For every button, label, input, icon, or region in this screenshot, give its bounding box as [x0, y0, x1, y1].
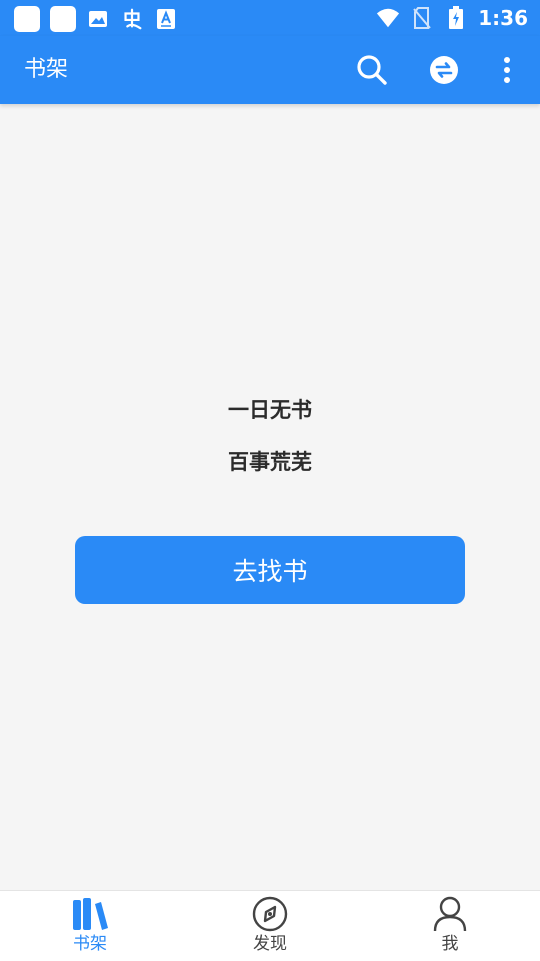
app-square-icon [14, 6, 40, 32]
compass-icon [250, 895, 290, 933]
search-icon [357, 55, 387, 85]
nav-item-discover[interactable]: 发现 [180, 891, 360, 961]
nav-item-bookshelf[interactable]: 书架 [0, 891, 180, 961]
sync-button[interactable] [424, 50, 464, 90]
person-icon [430, 895, 470, 933]
find-books-button[interactable]: 去找书 [75, 536, 465, 604]
more-options-button[interactable] [487, 50, 527, 90]
empty-message-line1: 一日无书 [228, 398, 312, 422]
no-sim-icon [410, 6, 434, 30]
wifi-icon [376, 6, 400, 30]
sync-icon [430, 56, 458, 84]
status-left-icons [14, 6, 178, 32]
status-bar: 1:36 [0, 0, 540, 36]
more-vert-icon [504, 57, 510, 83]
battery-charging-icon [444, 6, 468, 30]
bookshelf-icon [70, 895, 110, 933]
app-bar: 书架 [0, 36, 540, 104]
status-right-icons: 1:36 [376, 6, 528, 30]
status-time: 1:36 [478, 6, 528, 30]
app-square-icon [50, 6, 76, 32]
keyboard-a-icon [154, 7, 178, 31]
search-button[interactable] [352, 50, 392, 90]
nav-label-me: 我 [441, 934, 459, 954]
bug-icon [120, 7, 144, 31]
nav-label-discover: 发现 [253, 934, 287, 954]
page-title: 书架 [24, 57, 69, 82]
nav-label-bookshelf: 书架 [73, 934, 107, 954]
image-icon [86, 7, 110, 31]
bottom-nav: 书架 发现 我 [0, 890, 540, 961]
nav-item-me[interactable]: 我 [360, 891, 540, 961]
empty-message-line2: 百事荒芜 [228, 450, 312, 474]
